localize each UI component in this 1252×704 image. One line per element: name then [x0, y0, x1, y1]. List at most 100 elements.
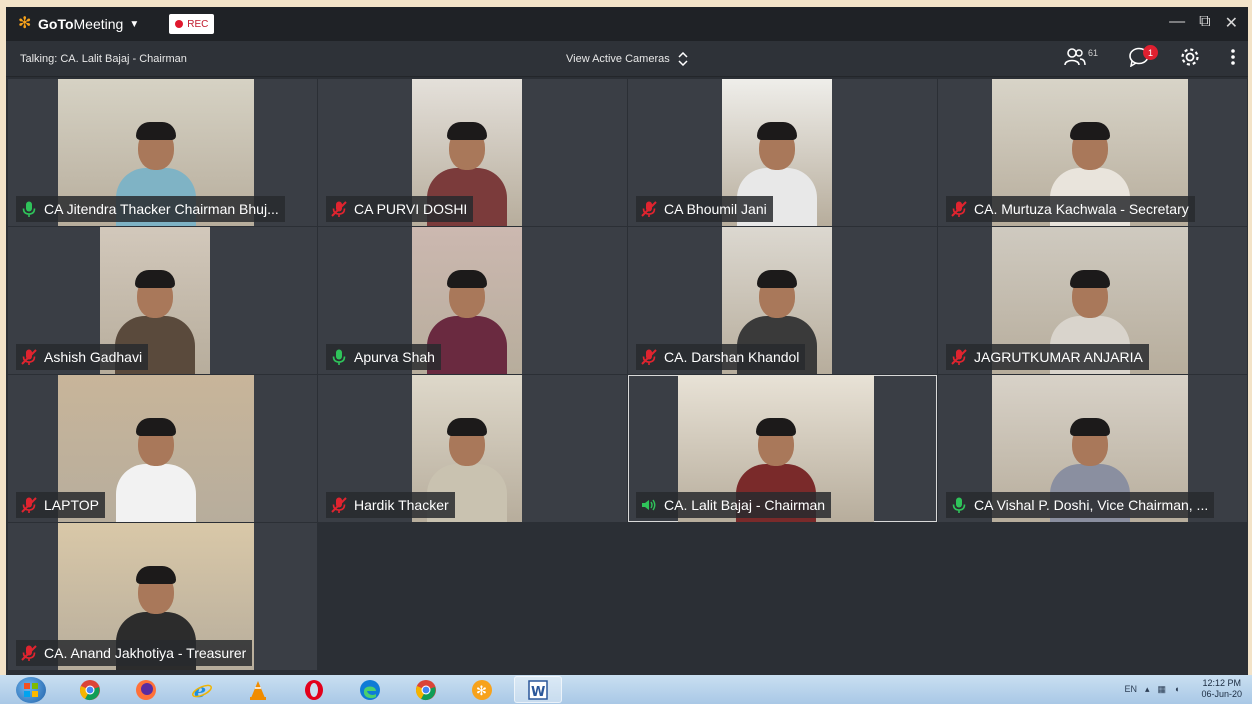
edge-icon — [360, 679, 380, 700]
mic-muted-icon — [21, 497, 37, 513]
chat-button[interactable]: 1 — [1128, 45, 1158, 67]
speaker-volume-icon — [642, 499, 656, 511]
participant-name: CA. Murtuza Kachwala - Secretary — [974, 201, 1189, 217]
participant-name: Apurva Shah — [354, 349, 435, 365]
app-name: GoToMeeting — [38, 16, 124, 32]
firefox-icon — [136, 679, 156, 700]
internet-explorer-icon: e — [192, 680, 212, 701]
system-tray: EN ▴ ▦ ◖ 12:12 PM 06-Jun-20 — [1124, 678, 1242, 700]
participant-nameplate: CA. Anand Jakhotiya - Treasurer — [16, 640, 253, 666]
mic-muted-icon — [641, 349, 657, 365]
clock-date: 06-Jun-20 — [1201, 689, 1242, 699]
title-bar: ✻ GoToMeeting ▼ REC — ⧉ ✕ — [6, 7, 1248, 41]
mic-muted-icon — [641, 201, 657, 217]
opera-icon — [305, 679, 323, 700]
taskbar-app-firefox[interactable] — [122, 676, 170, 703]
participant-tile[interactable]: LAPTOP — [8, 375, 317, 522]
restore-icon[interactable]: ⧉ — [1199, 13, 1210, 33]
recording-badge[interactable]: REC — [169, 14, 215, 34]
participant-name: CA. Anand Jakhotiya - Treasurer — [44, 645, 247, 661]
clock[interactable]: 12:12 PM 06-Jun-20 — [1201, 678, 1242, 700]
participant-nameplate: CA. Darshan Khandol — [636, 344, 806, 370]
participant-name: LAPTOP — [44, 497, 99, 513]
language-indicator[interactable]: EN — [1124, 684, 1137, 694]
participant-tile[interactable]: CA. Murtuza Kachwala - Secretary — [938, 79, 1247, 226]
meeting-info-bar: Talking: CA. Lalit Bajaj - Chairman View… — [6, 41, 1248, 77]
settings-button[interactable] — [1180, 47, 1200, 67]
participant-tile[interactable]: CA. Lalit Bajaj - Chairman — [628, 375, 937, 522]
mic-muted-icon — [21, 349, 37, 365]
participant-tile[interactable]: JAGRUTKUMAR ANJARIA — [938, 227, 1247, 374]
taskbar-app-opera[interactable] — [290, 676, 338, 703]
participant-name: Ashish Gadhavi — [44, 349, 143, 365]
gotomeeting-icon: ✻ — [472, 679, 492, 700]
clock-time: 12:12 PM — [1202, 678, 1241, 688]
close-icon[interactable]: ✕ — [1225, 13, 1238, 33]
participant-tile[interactable]: CA. Anand Jakhotiya - Treasurer — [8, 523, 317, 670]
start-button[interactable] — [16, 676, 46, 703]
taskbar-app-edge[interactable] — [346, 676, 394, 703]
participant-tile[interactable]: CA Bhoumil Jani — [628, 79, 937, 226]
attendees-button[interactable]: 61 — [1064, 48, 1098, 66]
participant-nameplate: Apurva Shah — [326, 344, 441, 370]
windows-logo-icon — [24, 682, 38, 697]
participant-nameplate: LAPTOP — [16, 492, 105, 518]
participant-name: JAGRUTKUMAR ANJARIA — [974, 349, 1143, 365]
taskbar-apps: e ✻ W — [66, 676, 562, 703]
participant-nameplate: Hardik Thacker — [326, 492, 455, 518]
mic-muted-icon — [21, 645, 37, 661]
taskbar-app-chrome[interactable] — [402, 676, 450, 703]
vlc-icon — [250, 680, 266, 700]
participant-name: CA. Darshan Khandol — [664, 349, 800, 365]
minimize-icon[interactable]: — — [1169, 13, 1185, 33]
taskbar-app-vlc[interactable] — [234, 676, 282, 703]
gotomeeting-window: ✻ GoToMeeting ▼ REC — ⧉ ✕ Talking: CA. L… — [6, 7, 1248, 675]
taskbar-app-chrome[interactable] — [66, 676, 114, 703]
participant-nameplate: JAGRUTKUMAR ANJARIA — [946, 344, 1149, 370]
participant-tile[interactable]: CA. Darshan Khandol — [628, 227, 937, 374]
people-icon — [1064, 48, 1086, 66]
mic-on-icon — [952, 497, 966, 513]
mic-muted-icon — [331, 201, 347, 217]
record-dot-icon — [175, 20, 184, 28]
word-icon: W — [528, 679, 548, 700]
network-icon[interactable]: ▦ — [1158, 684, 1167, 695]
view-active-cameras-dropdown[interactable]: View Active Cameras — [566, 52, 688, 66]
participant-name: CA Vishal P. Doshi, Vice Chairman, ... — [974, 497, 1209, 513]
mic-on-icon — [22, 201, 36, 217]
participant-figure — [111, 412, 201, 522]
participant-name: CA Bhoumil Jani — [664, 201, 767, 217]
participant-name: CA PURVI DOSHI — [354, 201, 468, 217]
participant-tile[interactable]: Apurva Shah — [318, 227, 627, 374]
chrome-icon — [80, 679, 100, 700]
tray-arrow-icon[interactable]: ▴ — [1145, 684, 1150, 695]
talking-indicator: Talking: CA. Lalit Bajaj - Chairman — [20, 52, 187, 65]
taskbar-app-word[interactable]: W — [514, 676, 562, 703]
taskbar-app-internet-explorer[interactable]: e — [178, 676, 226, 703]
participant-tile[interactable]: Hardik Thacker — [318, 375, 627, 522]
participant-name: Hardik Thacker — [354, 497, 449, 513]
chrome-icon — [416, 679, 436, 700]
windows-taskbar: e ✻ W EN ▴ ▦ ◖ 12:12 PM 06-Jun-20 — [0, 675, 1252, 704]
more-vertical-icon — [1231, 49, 1235, 65]
mic-muted-icon — [951, 349, 967, 365]
participant-nameplate: CA Jitendra Thacker Chairman Bhuj... — [16, 196, 285, 222]
participant-tile[interactable]: CA Jitendra Thacker Chairman Bhuj... — [8, 79, 317, 226]
toolbar-right: 61 1 — [1064, 45, 1236, 67]
video-grid: CA Jitendra Thacker Chairman Bhuj... CA P… — [8, 79, 1247, 675]
participant-tile[interactable]: Ashish Gadhavi — [8, 227, 317, 374]
view-cameras-label: View Active Cameras — [566, 53, 670, 65]
svg-text:W: W — [531, 685, 545, 700]
participant-tile[interactable]: CA PURVI DOSHI — [318, 79, 627, 226]
volume-icon[interactable]: ◖ — [1174, 684, 1179, 694]
participant-nameplate: CA. Lalit Bajaj - Chairman — [636, 492, 832, 518]
participant-tile[interactable]: CA Vishal P. Doshi, Vice Chairman, ... — [938, 375, 1247, 522]
participant-nameplate: CA PURVI DOSHI — [326, 196, 474, 222]
mic-muted-icon — [951, 201, 967, 217]
chevron-down-icon: ▼ — [129, 18, 140, 30]
rec-label: REC — [187, 18, 209, 30]
taskbar-app-gotomeeting[interactable]: ✻ — [458, 676, 506, 703]
app-menu[interactable]: ✻ GoToMeeting ▼ — [18, 16, 140, 33]
participant-name: CA. Lalit Bajaj - Chairman — [664, 497, 826, 513]
more-options-button[interactable] — [1230, 48, 1236, 66]
